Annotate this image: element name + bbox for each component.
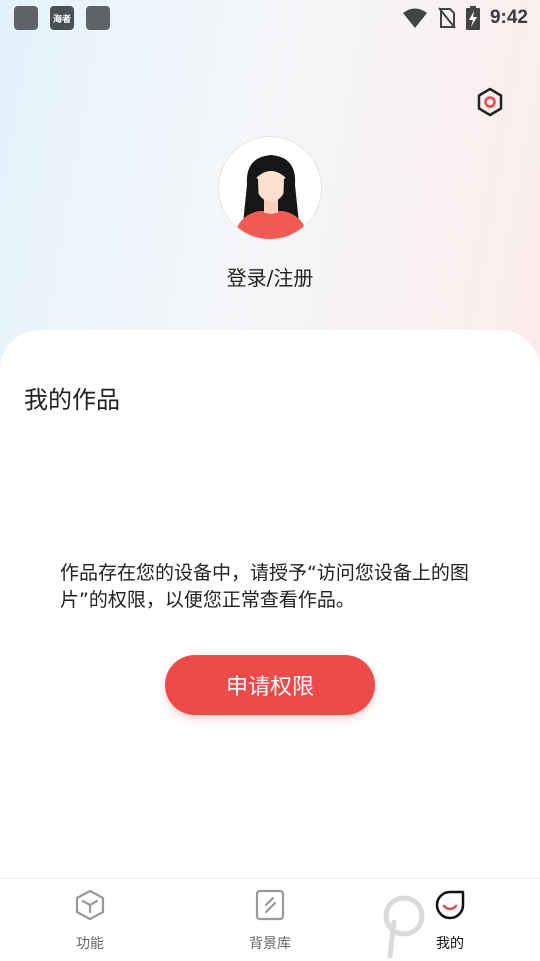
- background-library-icon: [255, 889, 285, 921]
- nav-item-background-library[interactable]: 背景库: [180, 879, 360, 961]
- watermark-logo: [382, 880, 540, 960]
- avatar[interactable]: [218, 136, 322, 240]
- haizhe-app-label: 海者: [52, 14, 71, 25]
- works-section-title: 我的作品: [24, 386, 120, 414]
- permission-message: 作品存在您的设备中，请授予“访问您设备上的图片”的权限，以便您正常查看作品。: [60, 562, 469, 611]
- haizhe-app-icon: 海者: [50, 6, 74, 30]
- nav-label-background-library: 背景库: [249, 936, 291, 952]
- nav-item-features[interactable]: 功能: [0, 879, 180, 961]
- app-icon: [14, 6, 38, 30]
- app-icon: [86, 6, 110, 30]
- login-register-link[interactable]: 登录/注册: [0, 262, 540, 291]
- wifi-icon: [402, 8, 427, 28]
- status-time: 9:42: [489, 7, 528, 28]
- settings-button[interactable]: [474, 86, 506, 118]
- no-sim-icon: [438, 7, 456, 29]
- nav-label-features: 功能: [76, 936, 104, 952]
- settings-icon: [477, 87, 503, 117]
- request-permission-button[interactable]: 申请权限: [165, 655, 375, 715]
- status-bar: 海者 9:42: [0, 0, 540, 36]
- battery-charging-icon: [465, 6, 480, 30]
- cube-icon: [75, 889, 105, 921]
- default-avatar-image: [219, 137, 321, 239]
